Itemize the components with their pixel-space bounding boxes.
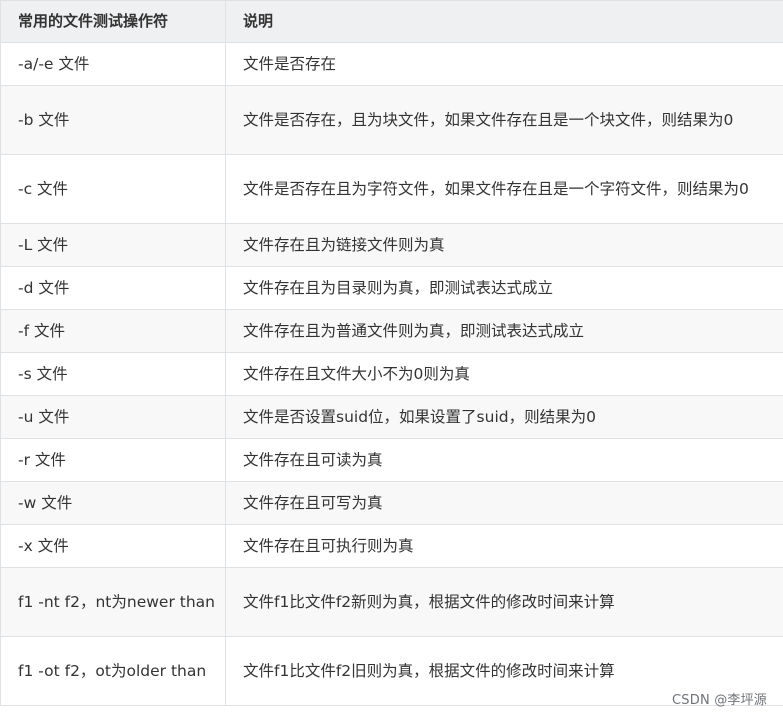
table-row: -w 文件 文件存在且可写为真 [0, 481, 783, 525]
description-cell: 文件存在且为目录则为真，即测试表达式成立 [225, 266, 783, 310]
operator-cell: -a/-e 文件 [0, 42, 226, 86]
table-row: -f 文件 文件存在且为普通文件则为真，即测试表达式成立 [0, 309, 783, 353]
table-row: -d 文件 文件存在且为目录则为真，即测试表达式成立 [0, 266, 783, 310]
operator-cell: -b 文件 [0, 85, 226, 155]
description-cell: 文件存在且文件大小不为0则为真 [225, 352, 783, 396]
operator-cell: f1 -ot f2，ot为older than [0, 636, 226, 706]
operator-cell: -x 文件 [0, 524, 226, 568]
table-row: f1 -nt f2，nt为newer than 文件f1比文件f2新则为真，根据… [0, 567, 783, 637]
table-row: -x 文件 文件存在且可执行则为真 [0, 524, 783, 568]
table-row: -s 文件 文件存在且文件大小不为0则为真 [0, 352, 783, 396]
table-body: -a/-e 文件 文件是否存在 -b 文件 文件是否存在，且为块文件，如果文件存… [0, 42, 783, 706]
csdn-watermark: CSDN @李坪源 [672, 693, 767, 708]
column-header-operator: 常用的文件测试操作符 [0, 0, 226, 43]
operator-cell: -f 文件 [0, 309, 226, 353]
table-header: 常用的文件测试操作符 说明 [0, 0, 783, 43]
operator-cell: -c 文件 [0, 154, 226, 224]
table-row: -u 文件 文件是否设置suid位，如果设置了suid，则结果为0 [0, 395, 783, 439]
description-cell: 文件是否存在且为字符文件，如果文件存在且是一个字符文件，则结果为0 [225, 154, 783, 224]
operator-cell: -u 文件 [0, 395, 226, 439]
table-row: -a/-e 文件 文件是否存在 [0, 42, 783, 86]
description-cell: 文件是否存在 [225, 42, 783, 86]
description-cell: 文件是否存在，且为块文件，如果文件存在且是一个块文件，则结果为0 [225, 85, 783, 155]
description-cell: 文件是否设置suid位，如果设置了suid，则结果为0 [225, 395, 783, 439]
description-cell: 文件存在且可读为真 [225, 438, 783, 482]
column-header-description: 说明 [225, 0, 783, 43]
operator-cell: f1 -nt f2，nt为newer than [0, 567, 226, 637]
table-row: -c 文件 文件是否存在且为字符文件，如果文件存在且是一个字符文件，则结果为0 [0, 154, 783, 224]
table-row: f1 -ot f2，ot为older than 文件f1比文件f2旧则为真，根据… [0, 636, 783, 706]
description-cell: 文件存在且可写为真 [225, 481, 783, 525]
description-cell: 文件存在且可执行则为真 [225, 524, 783, 568]
description-cell: 文件存在且为链接文件则为真 [225, 223, 783, 267]
table-row: -L 文件 文件存在且为链接文件则为真 [0, 223, 783, 267]
table-header-row: 常用的文件测试操作符 说明 [0, 0, 783, 43]
operator-cell: -s 文件 [0, 352, 226, 396]
operator-cell: -w 文件 [0, 481, 226, 525]
operator-cell: -L 文件 [0, 223, 226, 267]
file-test-operators-table: 常用的文件测试操作符 说明 -a/-e 文件 文件是否存在 -b 文件 文件是否… [0, 0, 783, 706]
table-row: -b 文件 文件是否存在，且为块文件，如果文件存在且是一个块文件，则结果为0 [0, 85, 783, 155]
operator-cell: -r 文件 [0, 438, 226, 482]
description-cell: 文件f1比文件f2新则为真，根据文件的修改时间来计算 [225, 567, 783, 637]
description-cell: 文件存在且为普通文件则为真，即测试表达式成立 [225, 309, 783, 353]
table-row: -r 文件 文件存在且可读为真 [0, 438, 783, 482]
operator-cell: -d 文件 [0, 266, 226, 310]
